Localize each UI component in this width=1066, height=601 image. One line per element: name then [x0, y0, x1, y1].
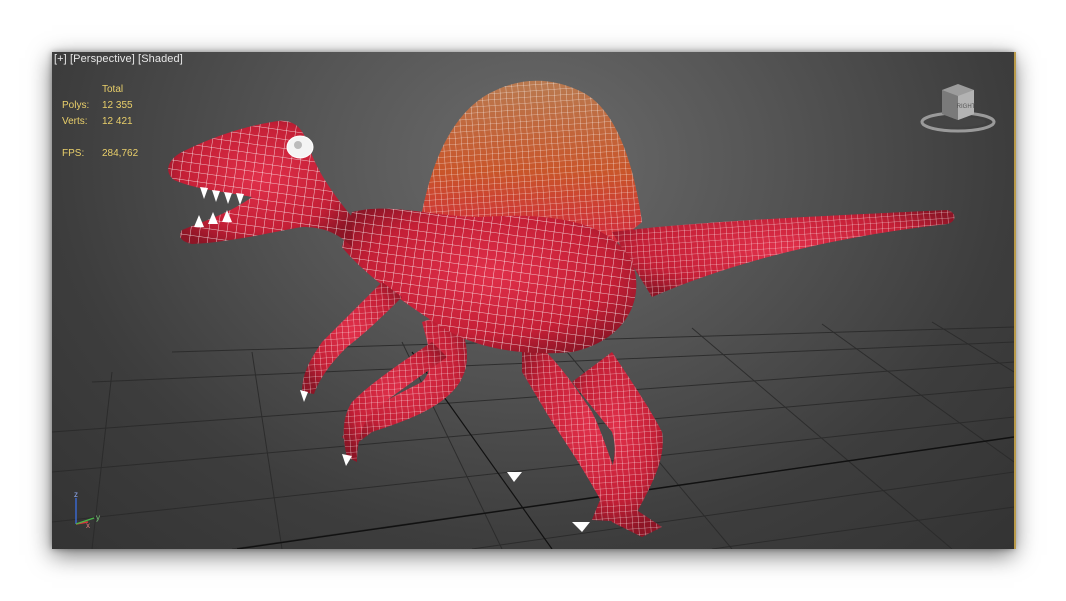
viewport-view-label[interactable]: [Perspective] — [70, 53, 135, 65]
stats-header: Total — [102, 84, 124, 95]
polys-value: 12 355 — [102, 100, 133, 111]
axis-x-label: x — [86, 521, 90, 530]
stats-polys-row: Polys: 12 355 — [62, 98, 138, 114]
statistics-overlay: Total Polys: 12 355 Verts: 12 421 FPS: 2… — [62, 82, 138, 162]
stats-fps-row: FPS: 284,762 — [62, 146, 138, 162]
scene-canvas[interactable] — [52, 52, 1014, 549]
spinosaurus-model — [168, 80, 955, 537]
viewport-label[interactable]: [+] [Perspective] [Shaded] — [54, 53, 183, 65]
axis-z-label: z — [74, 490, 78, 499]
verts-label: Verts: — [62, 116, 88, 127]
fps-value: 284,762 — [102, 148, 139, 159]
fps-label: FPS: — [62, 148, 85, 159]
stats-verts-row: Verts: 12 421 — [62, 114, 138, 130]
axis-y-label: y — [96, 513, 100, 522]
viewport-menu-plus[interactable]: [+] — [54, 53, 67, 65]
axis-gizmo-icon: z x y — [74, 490, 100, 530]
viewport-shading-label[interactable]: [Shaded] — [138, 53, 183, 65]
viewcube-icon[interactable]: RIGHT — [918, 80, 998, 136]
stats-header-row: Total — [62, 82, 138, 98]
perspective-viewport[interactable]: [+] [Perspective] [Shaded] Total Polys: … — [52, 52, 1016, 549]
viewcube-face-label: RIGHT — [957, 104, 976, 110]
verts-value: 12 421 — [102, 116, 133, 127]
polys-label: Polys: — [62, 100, 90, 111]
